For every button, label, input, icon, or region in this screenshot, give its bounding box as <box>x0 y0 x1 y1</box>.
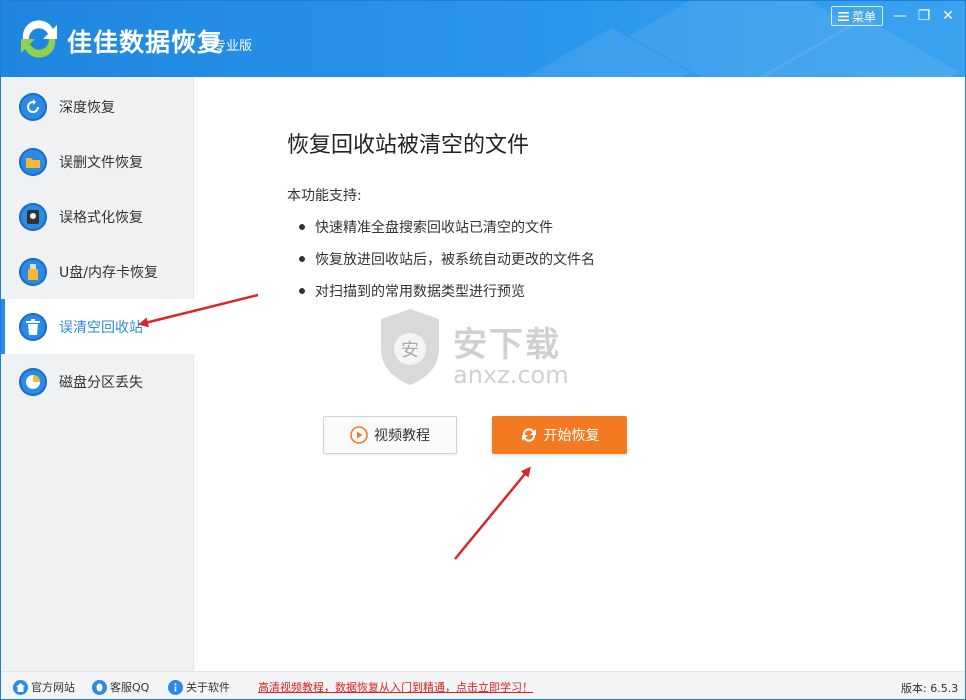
sidebar-item-label: 误删文件恢复 <box>59 154 143 171</box>
close-button[interactable]: ✕ <box>937 6 959 26</box>
restore-icon: ❐ <box>917 8 931 24</box>
sidebar-item-label: 误格式化恢复 <box>59 209 143 226</box>
bullet-icon <box>299 224 305 230</box>
video-tutorial-label: 视频教程 <box>374 428 430 444</box>
app-logo-icon <box>21 20 57 58</box>
folder-icon <box>19 147 47 176</box>
close-icon: ✕ <box>942 8 954 24</box>
promo-link[interactable]: 高清视频教程，数据恢复从入门到精通，点击立即学习！ <box>258 679 533 695</box>
menu-label: 菜单 <box>851 9 876 24</box>
sidebar-item-label: 误清空回收站 <box>59 319 143 336</box>
refresh-icon <box>520 426 538 444</box>
sidebar-item-deep-recovery[interactable]: 深度恢复 <box>1 79 194 134</box>
recycle-bin-icon <box>19 312 47 341</box>
sidebar-item-usb-card[interactable]: U盘/内存卡恢复 <box>1 244 194 299</box>
feature-item: 快速精准全盘搜索回收站已清空的文件 <box>299 217 553 237</box>
about-label: 关于软件 <box>186 681 230 694</box>
feature-text: 恢复放进回收站后，被系统自动更改的文件名 <box>315 252 595 268</box>
feature-item: 恢复放进回收站后，被系统自动更改的文件名 <box>299 249 595 269</box>
minimize-button[interactable]: — <box>889 6 911 26</box>
app-title: 佳佳数据恢复 <box>67 28 224 57</box>
watermark-shield-icon: 安 <box>381 309 439 385</box>
support-qq-label: 客服QQ <box>110 681 150 694</box>
menu-icon <box>837 11 849 21</box>
watermark-text: 安下载 <box>453 325 561 365</box>
sidebar-item-label: U盘/内存卡恢复 <box>59 264 158 281</box>
pie-icon <box>19 367 47 396</box>
version-label: 版本: 6.5.3 <box>901 682 959 695</box>
video-tutorial-button[interactable]: 视频教程 <box>323 416 457 454</box>
minimize-icon: — <box>893 8 907 24</box>
watermark-url: anxz.com <box>453 361 569 389</box>
sidebar-item-format-recovery[interactable]: 误格式化恢复 <box>1 189 194 244</box>
menu-button[interactable]: 菜单 <box>831 6 883 26</box>
arrow-to-start-button <box>454 466 531 560</box>
start-recovery-button[interactable]: 开始恢复 <box>492 416 627 454</box>
bullet-icon <box>299 288 305 294</box>
disk-icon <box>19 202 47 231</box>
feature-item: 对扫描到的常用数据类型进行预览 <box>299 281 525 301</box>
start-recovery-label: 开始恢复 <box>543 428 600 444</box>
sidebar: 深度恢复 误删文件恢复 误格式化恢复 U盘/内存卡恢复 误清空回收站 磁盘分区丢… <box>1 77 194 671</box>
sidebar-item-recycle-bin[interactable]: 误清空回收站 <box>1 299 194 354</box>
watermark-badge: 安 <box>401 340 419 361</box>
sidebar-item-deleted-files[interactable]: 误删文件恢复 <box>1 134 194 189</box>
bullet-icon <box>299 256 305 262</box>
official-site-link[interactable]: 官方网站 <box>13 679 75 695</box>
sidebar-item-partition-lost[interactable]: 磁盘分区丢失 <box>1 354 194 409</box>
app-window: 佳佳数据恢复 专业版 菜单 — ❐ ✕ 深度恢复 误删文件恢复 误格式化恢复 U… <box>0 0 966 700</box>
info-icon <box>168 679 183 695</box>
usb-icon <box>19 257 47 286</box>
restore-button[interactable]: ❐ <box>913 6 935 26</box>
official-site-label: 官方网站 <box>31 681 75 694</box>
feature-text: 快速精准全盘搜索回收站已清空的文件 <box>315 220 553 236</box>
page-title: 恢复回收站被清空的文件 <box>287 133 530 158</box>
support-label: 本功能支持: <box>287 188 362 204</box>
support-qq-link[interactable]: 客服QQ <box>92 679 149 695</box>
qq-icon <box>92 679 107 695</box>
about-link[interactable]: 关于软件 <box>168 679 230 695</box>
sidebar-item-label: 深度恢复 <box>59 99 115 116</box>
home-icon <box>13 679 28 695</box>
sidebar-item-label: 磁盘分区丢失 <box>59 374 143 391</box>
title-bar: 佳佳数据恢复 专业版 菜单 — ❐ ✕ <box>1 1 965 77</box>
feature-text: 对扫描到的常用数据类型进行预览 <box>315 284 525 300</box>
refresh-icon <box>19 92 47 121</box>
play-icon <box>350 426 368 444</box>
status-bar: 官方网站 客服QQ 关于软件 高清视频教程，数据恢复从入门到精通，点击立即学习！… <box>1 671 965 699</box>
app-edition: 专业版 <box>213 39 253 54</box>
